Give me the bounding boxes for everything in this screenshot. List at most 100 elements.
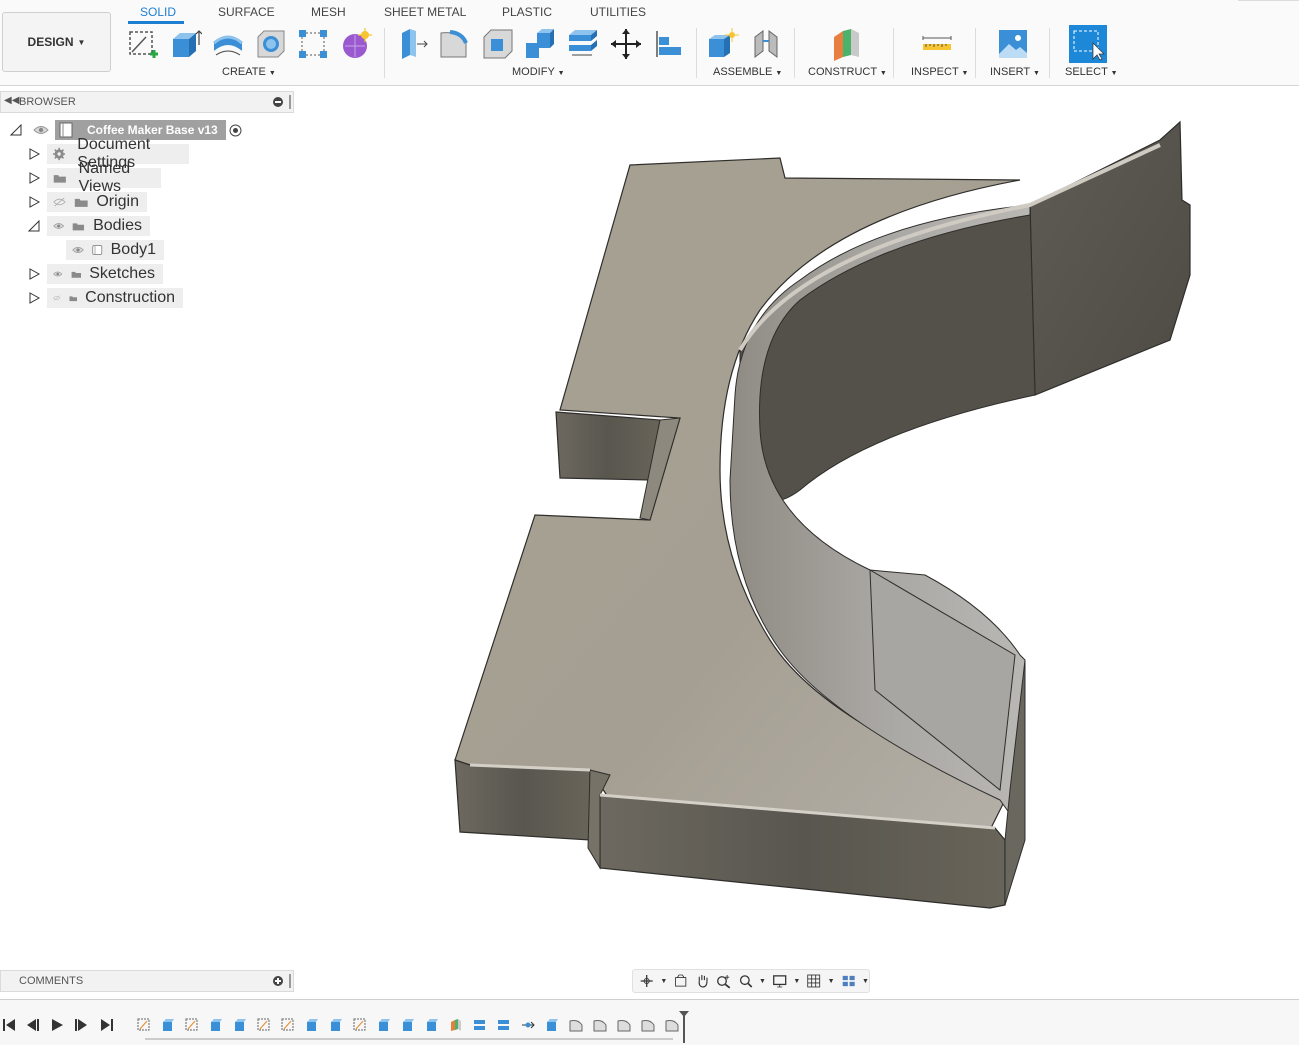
activate-radio-icon[interactable] [229,124,242,137]
tab-sheet-metal[interactable]: SHEET METAL [384,5,466,19]
select-group-menu[interactable]: SELECT ▼ [1065,66,1118,78]
panel-drag-handle[interactable] [289,95,291,109]
look-at-icon[interactable] [673,972,688,990]
step-back-icon[interactable] [26,1018,40,1032]
visibility-eye-icon[interactable] [72,245,84,255]
hidden-eye-icon[interactable] [53,293,61,303]
hidden-eye-icon[interactable] [53,197,66,207]
timeline-marker-handle[interactable] [679,1011,689,1017]
browser-item-sketches[interactable]: Sketches [47,264,163,284]
press-pull-button[interactable] [395,26,431,62]
chevron-down-icon[interactable]: ▼ [660,978,667,985]
panel-drag-handle[interactable] [289,974,291,988]
step-forward-icon[interactable] [74,1018,88,1032]
timeline-marker[interactable] [683,1013,685,1043]
inspect-group-menu[interactable]: INSPECT ▼ [911,66,968,78]
timeline-extrude-icon[interactable] [425,1018,439,1032]
browser-item-origin[interactable]: Origin [47,192,147,212]
timeline-sketch-icon[interactable] [185,1018,199,1032]
chevron-down-icon[interactable]: ▼ [862,978,869,985]
chevron-down-icon[interactable]: ▼ [828,978,835,985]
visibility-eye-icon[interactable] [53,221,65,231]
timeline-fillet-icon[interactable] [665,1018,679,1032]
timeline-plane-icon[interactable] [449,1018,463,1032]
fillet-button[interactable] [437,26,473,62]
construct-group-menu[interactable]: CONSTRUCT ▼ [808,66,887,78]
chamfer-button[interactable] [480,26,516,62]
align-button[interactable] [650,26,686,62]
fit-zoom-icon[interactable] [738,972,753,990]
tab-utilities[interactable]: UTILITIES [590,5,646,19]
zoom-icon[interactable] [716,972,731,990]
create-sketch-button[interactable] [125,26,161,62]
timeline-fillet-icon[interactable] [641,1018,655,1032]
measure-button[interactable] [919,26,955,62]
tab-plastic[interactable]: PLASTIC [502,5,552,19]
timeline-fillet-icon[interactable] [593,1018,607,1032]
browser-item-body1[interactable]: Body1 [66,240,164,260]
timeline-extrude-icon[interactable] [545,1018,559,1032]
workspace-switcher-button[interactable]: DESIGN ▼ [2,12,111,72]
chevron-down-icon[interactable]: ▼ [793,978,800,985]
timeline-sketch-icon[interactable] [137,1018,151,1032]
timeline-fillet-icon[interactable] [617,1018,631,1032]
timeline-extrude-icon[interactable] [377,1018,391,1032]
expand-triangle-icon[interactable] [28,148,40,160]
timeline-extrude-icon[interactable] [161,1018,175,1032]
chevron-down-icon[interactable]: ▼ [759,978,766,985]
tab-surface[interactable]: SURFACE [218,5,275,19]
browser-item-construction[interactable]: Construction [47,288,183,308]
extrude-button[interactable] [167,26,203,62]
pattern-button[interactable] [295,26,331,62]
assemble-group-menu[interactable]: ASSEMBLE ▼ [713,66,782,78]
play-icon[interactable] [50,1018,64,1032]
collapse-triangle-icon[interactable] [10,124,22,136]
browser-item-bodies[interactable]: Bodies [47,216,150,236]
new-component-button[interactable] [705,26,741,62]
shell-button[interactable] [522,26,558,62]
grid-settings-icon[interactable] [806,972,821,990]
create-group-menu[interactable]: CREATE ▼ [222,66,276,78]
combine-button[interactable] [565,26,601,62]
timeline-extrude-icon[interactable] [401,1018,415,1032]
tab-solid[interactable]: SOLID [140,5,176,19]
collapse-panel-icon[interactable]: ◀◀ [4,95,19,106]
viewports-icon[interactable] [841,972,856,990]
revolve-button[interactable] [210,26,246,62]
tab-mesh[interactable]: MESH [311,5,346,19]
expand-triangle-icon[interactable] [28,172,40,184]
visibility-eye-icon[interactable] [33,125,49,135]
display-settings-icon[interactable] [772,972,787,990]
modify-group-menu[interactable]: MODIFY ▼ [512,66,565,78]
timeline-sketch-icon[interactable] [281,1018,295,1032]
collapse-triangle-icon[interactable] [28,220,40,232]
insert-image-button[interactable] [995,26,1031,62]
go-to-end-icon[interactable] [100,1018,114,1032]
expand-triangle-icon[interactable] [28,268,40,280]
timeline-extrude-icon[interactable] [305,1018,319,1032]
minimize-panel-icon[interactable] [273,97,283,107]
insert-group-menu[interactable]: INSERT ▼ [990,66,1040,78]
offset-plane-button[interactable] [828,26,864,62]
add-comment-icon[interactable] [273,976,283,986]
timeline-extrude-icon[interactable] [233,1018,247,1032]
visibility-eye-icon[interactable] [53,269,63,279]
select-button[interactable] [1069,25,1107,63]
timeline-move-icon[interactable] [521,1018,535,1032]
orbit-icon[interactable] [639,972,654,990]
timeline-sketch-icon[interactable] [257,1018,271,1032]
joint-button[interactable] [748,26,784,62]
viewport-3d-model[interactable] [440,110,1210,920]
expand-triangle-icon[interactable] [28,196,40,208]
timeline-extrude-icon[interactable] [209,1018,223,1032]
timeline-extrude-icon[interactable] [329,1018,343,1032]
expand-triangle-icon[interactable] [28,292,40,304]
timeline-combine-icon[interactable] [497,1018,511,1032]
hole-button[interactable] [253,26,289,62]
timeline-fillet-icon[interactable] [569,1018,583,1032]
browser-item-named-views[interactable]: Named Views [47,160,161,195]
timeline-sketch-icon[interactable] [353,1018,367,1032]
go-to-start-icon[interactable] [2,1018,16,1032]
pan-hand-icon[interactable] [695,972,710,990]
move-copy-button[interactable] [608,26,644,62]
